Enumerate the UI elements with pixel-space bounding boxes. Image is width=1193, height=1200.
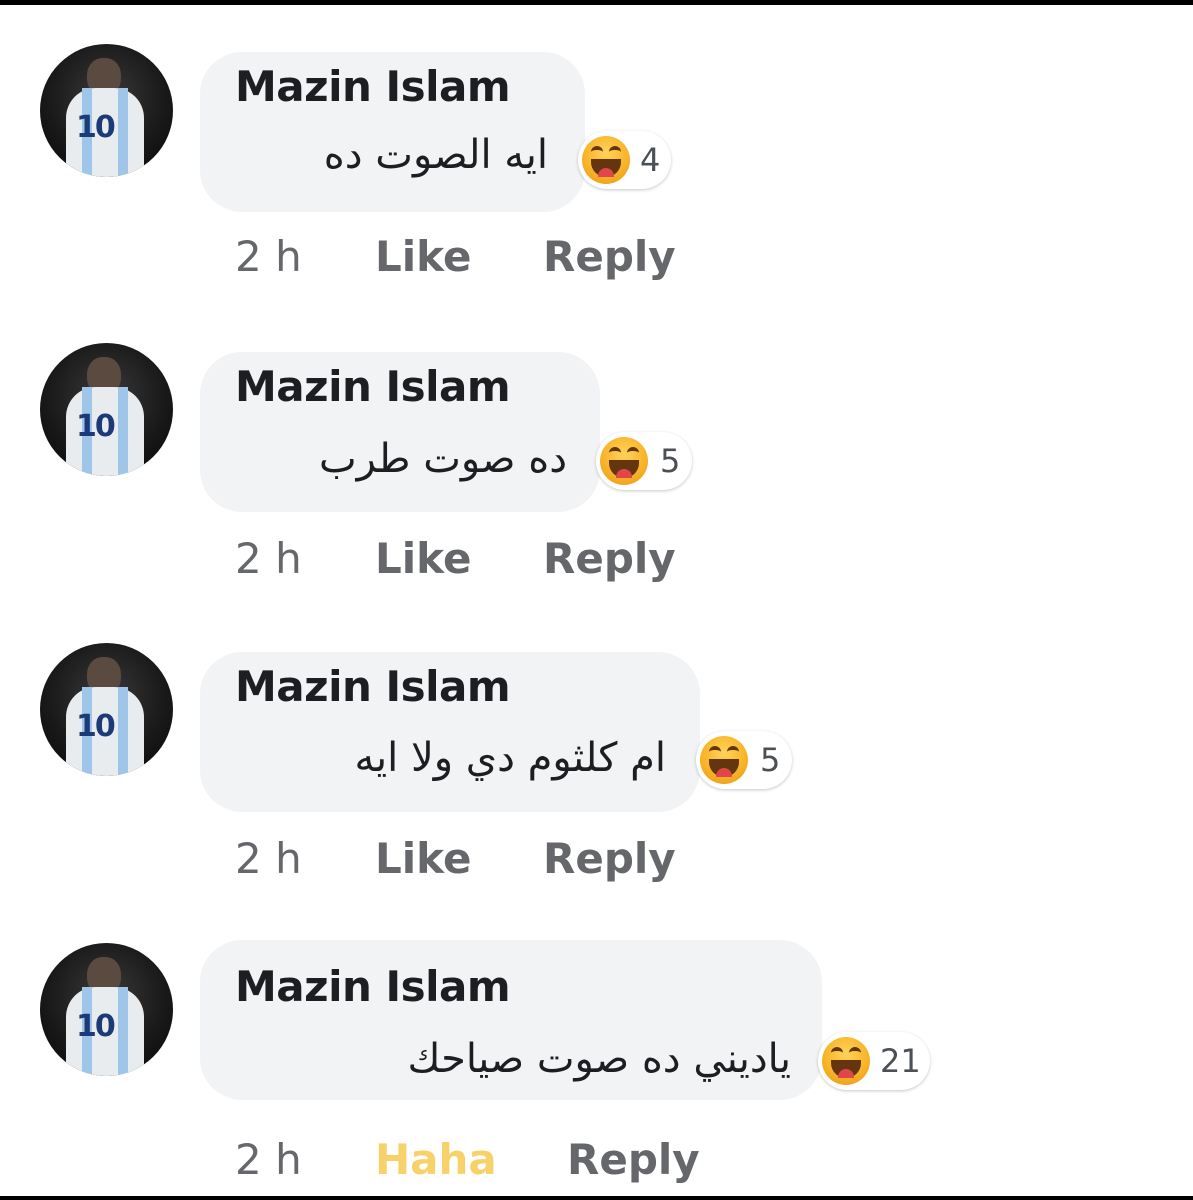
comment-time[interactable]: 2 h bbox=[235, 834, 302, 883]
like-button[interactable]: Like bbox=[375, 232, 471, 281]
avatar[interactable]: 10 bbox=[40, 343, 173, 476]
reaction-pill[interactable]: 21 bbox=[818, 1032, 930, 1090]
reply-button[interactable]: Reply bbox=[543, 534, 676, 583]
comment-time[interactable]: 2 h bbox=[235, 1135, 302, 1184]
haha-emoji-icon bbox=[582, 136, 630, 184]
bottom-border bbox=[0, 1196, 1193, 1200]
reaction-pill[interactable]: 4 bbox=[578, 131, 671, 189]
comment-author[interactable]: Mazin Islam bbox=[235, 62, 511, 111]
haha-emoji-icon bbox=[700, 736, 748, 784]
comment-author[interactable]: Mazin Islam bbox=[235, 962, 511, 1011]
comment-time[interactable]: 2 h bbox=[235, 232, 302, 281]
comment-author[interactable]: Mazin Islam bbox=[235, 662, 511, 711]
jersey-number: 10 bbox=[76, 409, 116, 444]
jersey-number: 10 bbox=[76, 1009, 116, 1044]
reaction-count: 21 bbox=[880, 1042, 921, 1080]
comment-text: ده صوت طرب bbox=[318, 436, 567, 482]
top-border bbox=[0, 0, 1193, 5]
avatar[interactable]: 10 bbox=[40, 943, 173, 1076]
reply-button[interactable]: Reply bbox=[567, 1135, 700, 1184]
reaction-pill[interactable]: 5 bbox=[596, 432, 692, 490]
jersey-number: 10 bbox=[76, 110, 116, 145]
like-button[interactable]: Like bbox=[375, 834, 471, 883]
comment-text: ايه الصوت ده bbox=[323, 132, 548, 178]
haha-emoji-icon bbox=[822, 1037, 870, 1085]
like-button[interactable]: Like bbox=[375, 534, 471, 583]
comment-text: ياديني ده صوت صياحك bbox=[407, 1036, 791, 1082]
reaction-count: 4 bbox=[640, 141, 661, 179]
reaction-count: 5 bbox=[760, 741, 781, 779]
reply-button[interactable]: Reply bbox=[543, 232, 676, 281]
reaction-count: 5 bbox=[660, 442, 681, 480]
jersey-number: 10 bbox=[76, 709, 116, 744]
reply-button[interactable]: Reply bbox=[543, 834, 676, 883]
comment-text: ام كلثوم دي ولا ايه bbox=[354, 735, 666, 781]
comment-time[interactable]: 2 h bbox=[235, 534, 302, 583]
avatar[interactable]: 10 bbox=[40, 643, 173, 776]
comment-author[interactable]: Mazin Islam bbox=[235, 362, 511, 411]
avatar[interactable]: 10 bbox=[40, 44, 173, 177]
haha-reaction-button[interactable]: Haha bbox=[375, 1135, 497, 1184]
haha-emoji-icon bbox=[600, 437, 648, 485]
reaction-pill[interactable]: 5 bbox=[696, 731, 792, 789]
